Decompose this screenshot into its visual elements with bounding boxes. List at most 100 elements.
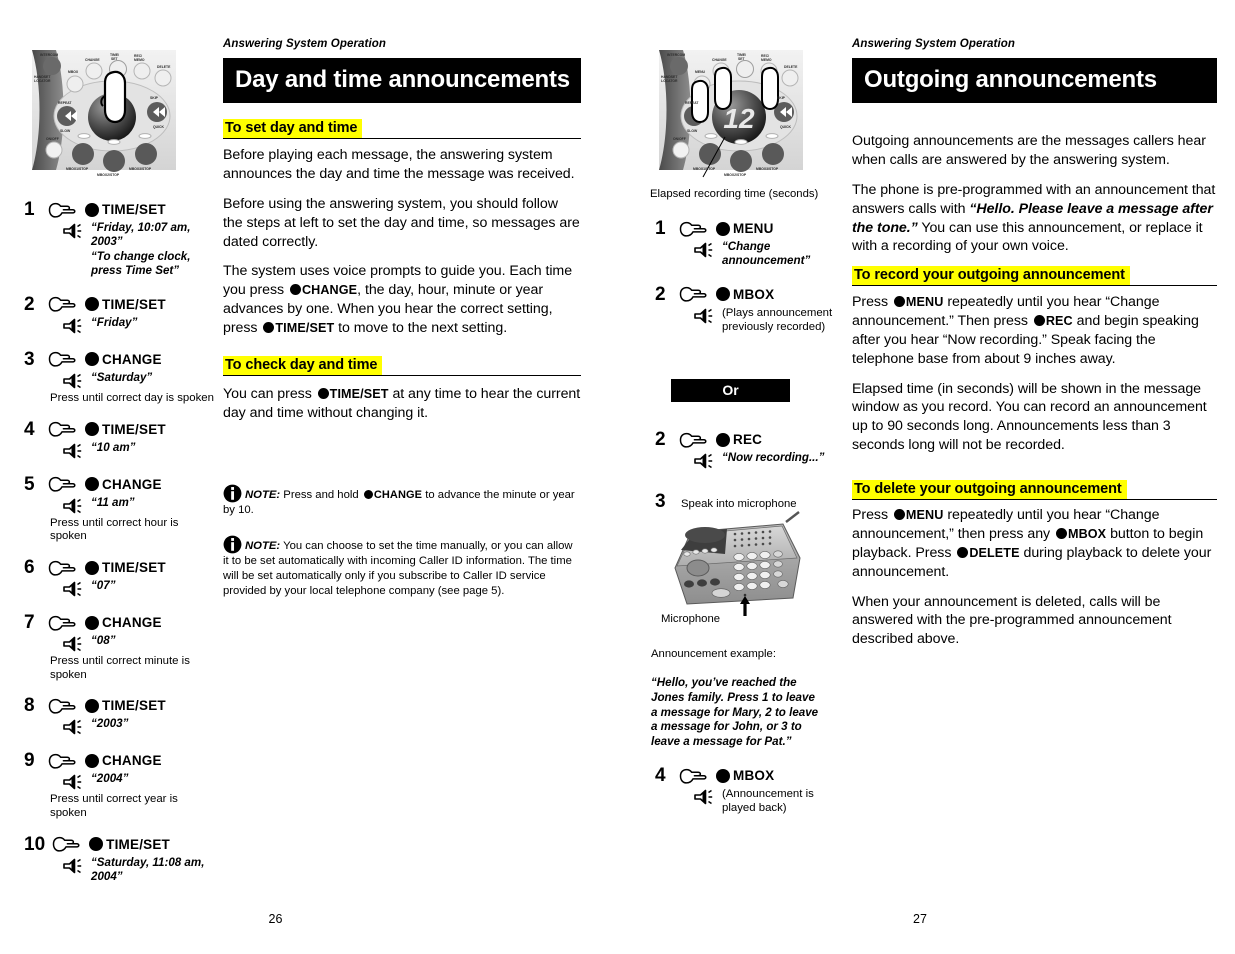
step-button-label[interactable]: MENU (733, 221, 774, 236)
telephone-base-illustration-right: 12 INTERCOM HANDSET LOCATOR MENU CHANGE … (653, 44, 809, 178)
step-number: 4 (24, 418, 35, 440)
step-footnote: Press until correct hour is spoken (50, 516, 179, 543)
step-button-label[interactable]: TIME/SET (102, 698, 166, 713)
change-button-dot-icon (289, 284, 301, 296)
step-button-label[interactable]: REC (733, 432, 762, 447)
pointing-hand-icon (48, 753, 76, 769)
button-dot-icon (716, 221, 730, 236)
step-button-label[interactable]: TIME/SET (102, 560, 166, 575)
paragraph-elapsed-time: Elapsed time (in seconds) will be shown … (852, 380, 1207, 454)
step-header: 2 MBOX (655, 285, 845, 304)
step-button-label[interactable]: TIME/SET (102, 422, 166, 437)
step-list-right-a: 1 MENU “Change announcement” 2 MBOX (Pla… (655, 219, 845, 350)
voice-prompt-part3: to move to the next setting. (338, 320, 508, 336)
pointing-hand-icon (679, 287, 707, 303)
step-3-label: Speak into microphone (681, 498, 797, 510)
mbox-button-label: MBOX (1068, 526, 1107, 541)
step-voice-prompt: “Friday, 10:07 am, 2003” “To change clock… (62, 221, 216, 279)
svg-text:REPEAT: REPEAT (685, 101, 699, 105)
speaker-sound-icon (694, 308, 713, 324)
step-voice-line: “Saturday, 11:08 am, 2004” (91, 855, 205, 884)
step-item: 6 TIME/SET “07” (24, 558, 216, 597)
step-footnote: Press until correct day is spoken (50, 391, 214, 404)
speaker-sound-icon (63, 636, 82, 652)
step-footnote: Press until correct minute is spoken (50, 655, 190, 681)
button-dot-icon (85, 202, 99, 217)
menu-button-label: MENU (905, 295, 944, 309)
svg-text:MEMO: MEMO (761, 58, 772, 62)
step-voice-prompt: “11 am” (62, 496, 216, 514)
pointing-hand-icon (679, 432, 707, 448)
step-button-label[interactable]: MBOX (733, 287, 774, 302)
step-number: 5 (24, 473, 35, 495)
svg-text:MBOX2/STOP: MBOX2/STOP (724, 173, 747, 177)
step-button-label[interactable]: TIME/SET (102, 297, 166, 312)
step-item: 1 MENU “Change announcement” (655, 219, 845, 269)
pointing-hand-icon (679, 221, 707, 237)
step-button-label[interactable]: CHANGE (102, 352, 162, 367)
step-list-right-b: 2 REC “Now recording...” (655, 430, 845, 485)
section-heading-check-day-time: To check day and time (223, 356, 383, 375)
speaker-sound-icon (63, 373, 82, 389)
example-line-4: leave a message for Pat.” (651, 735, 792, 749)
delete-button-dot-icon (957, 546, 969, 558)
step-voice-prompt: “10 am” (62, 441, 216, 459)
svg-text:DELETE: DELETE (157, 65, 171, 69)
svg-text:LOCATOR: LOCATOR (34, 79, 51, 83)
section-heading-delete-wrap: To delete your outgoing announcement (852, 480, 1217, 500)
running-head-right: Answering System Operation (852, 38, 1015, 50)
step-button-label[interactable]: TIME/SET (106, 837, 170, 852)
svg-text:MBOX3/STOP: MBOX3/STOP (756, 167, 779, 171)
step-item: 8 TIME/SET “2003” (24, 696, 216, 735)
info-icon-1 (223, 484, 242, 503)
step-button-label[interactable]: CHANGE (102, 753, 162, 768)
svg-text:MBOX1/STOP: MBOX1/STOP (66, 167, 89, 171)
step-header: 6 TIME/SET (24, 558, 216, 577)
step-button-label[interactable]: MBOX (733, 768, 774, 783)
example-line-2: a message for Mary, 2 to leave (651, 705, 819, 719)
svg-text:MENU: MENU (695, 70, 706, 74)
step-voice-prompt: “Change announcement” (693, 240, 845, 269)
step-voice-line: “10 am” (91, 440, 136, 454)
pointing-hand-icon (48, 698, 76, 714)
telephone-base-microphone-illustration (665, 510, 810, 618)
step-button-label[interactable]: CHANGE (102, 615, 162, 630)
step-item: 2 TIME/SET “Friday” (24, 295, 216, 334)
delete-button-label: DELETE (969, 545, 1020, 560)
step-voice-line: press Time Set” (91, 264, 180, 278)
step-number: 4 (655, 765, 666, 786)
svg-text:CHANGE: CHANGE (712, 58, 727, 62)
step-voice-line: (Announcement is (722, 788, 814, 800)
step-voice-line: “2004” (91, 772, 129, 786)
speaker-sound-icon (63, 223, 82, 239)
svg-text:ON/OFF: ON/OFF (673, 137, 686, 141)
svg-text:QUICK: QUICK (780, 125, 791, 129)
note-label-1: NOTE: (245, 489, 281, 501)
step-button-label[interactable]: TIME/SET (102, 202, 166, 217)
step-number: 3 (24, 348, 35, 370)
step-number: 1 (24, 199, 35, 220)
announcement-example-label: Announcement example: (651, 648, 776, 660)
step-voice-line: “11 am” (91, 495, 135, 509)
step-footnote: Press until correct year is spoken (50, 793, 178, 820)
menu-button-label-2: MENU (905, 508, 944, 522)
step-button-label[interactable]: CHANGE (102, 477, 162, 492)
paragraph-preprogrammed: The phone is pre-programmed with an anno… (852, 181, 1217, 257)
step-voice-line: “2003” (91, 717, 129, 731)
paragraph-follow-steps: Before using the answering system, you s… (223, 195, 580, 250)
announcement-example-text: “Hello, you’ve reached the Jones family.… (651, 676, 836, 750)
speaker-sound-icon (63, 720, 82, 735)
step-voice-line: “To change clock, (91, 249, 191, 263)
step-header: 10 TIME/SET (24, 835, 216, 854)
step-item: 3 CHANGE “Saturday” Press until correct … (24, 350, 216, 406)
svg-text:MBOX2/STOP: MBOX2/STOP (97, 173, 120, 177)
step-item: 2 MBOX (Plays announcement previously rec… (655, 285, 845, 335)
section-heading-check-day-time-wrap: To check day and time (223, 356, 581, 376)
step-voice-line: “Friday, 10:07 am, 2003” (91, 221, 191, 249)
delete-part1: Press (852, 507, 889, 523)
step-voice-prompt: “08” (62, 634, 216, 652)
button-dot-icon (85, 422, 99, 437)
step-list-left: 1 TIME/SET “Friday, 10:07 am, 2003” “To c… (24, 200, 216, 901)
step-item: 7 CHANGE “08” Press until correct minute… (24, 613, 216, 682)
elapsed-recording-time-caption: Elapsed recording time (seconds) (650, 188, 819, 200)
